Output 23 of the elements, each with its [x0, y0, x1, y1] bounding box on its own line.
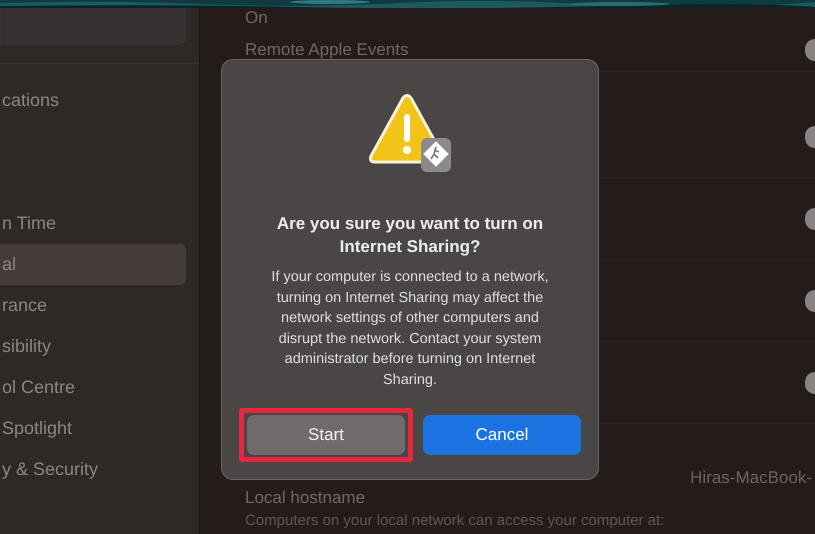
- toggle-switch[interactable]: [805, 126, 815, 148]
- sidebar-item[interactable]: ol Centre: [0, 367, 186, 408]
- toggle-switch[interactable]: [805, 372, 815, 394]
- setting-label: Remote Apple Events: [245, 40, 408, 60]
- toggle-switch[interactable]: [805, 208, 815, 230]
- search-field[interactable]: [0, 8, 186, 45]
- dialog-title: Are you sure you want to turn on Internet Sharing?: [276, 213, 544, 258]
- toggle-switch[interactable]: [805, 38, 815, 60]
- dialog-message: If your computer is connected to a network, turning on Internet Sharing may affect the network settings of other computers and disrupt the network. Contact your system administrator before turning on Internet Sharing.: [270, 268, 550, 390]
- setting-label: On: [245, 8, 268, 28]
- setting-label: Local hostname: [245, 488, 366, 508]
- hostname-value: Hiras-MacBook-: [690, 468, 812, 488]
- sidebar-item[interactable]: n Time: [0, 203, 186, 244]
- cancel-button[interactable]: Cancel: [423, 415, 581, 455]
- sidebar-item[interactable]: Spotlight: [0, 408, 186, 449]
- toggle-switch[interactable]: [805, 290, 815, 312]
- sidebar-item[interactable]: rance: [0, 285, 186, 326]
- sidebar-item[interactable]: sibility: [0, 326, 186, 367]
- sidebar-item[interactable]: y & Security: [0, 449, 186, 490]
- sidebar-item[interactable]: al: [0, 244, 186, 285]
- description-text: Computers on your local network can access your computer at:: [245, 512, 666, 530]
- start-button[interactable]: Start: [247, 415, 405, 455]
- sidebar-item[interactable]: cations: [0, 80, 186, 121]
